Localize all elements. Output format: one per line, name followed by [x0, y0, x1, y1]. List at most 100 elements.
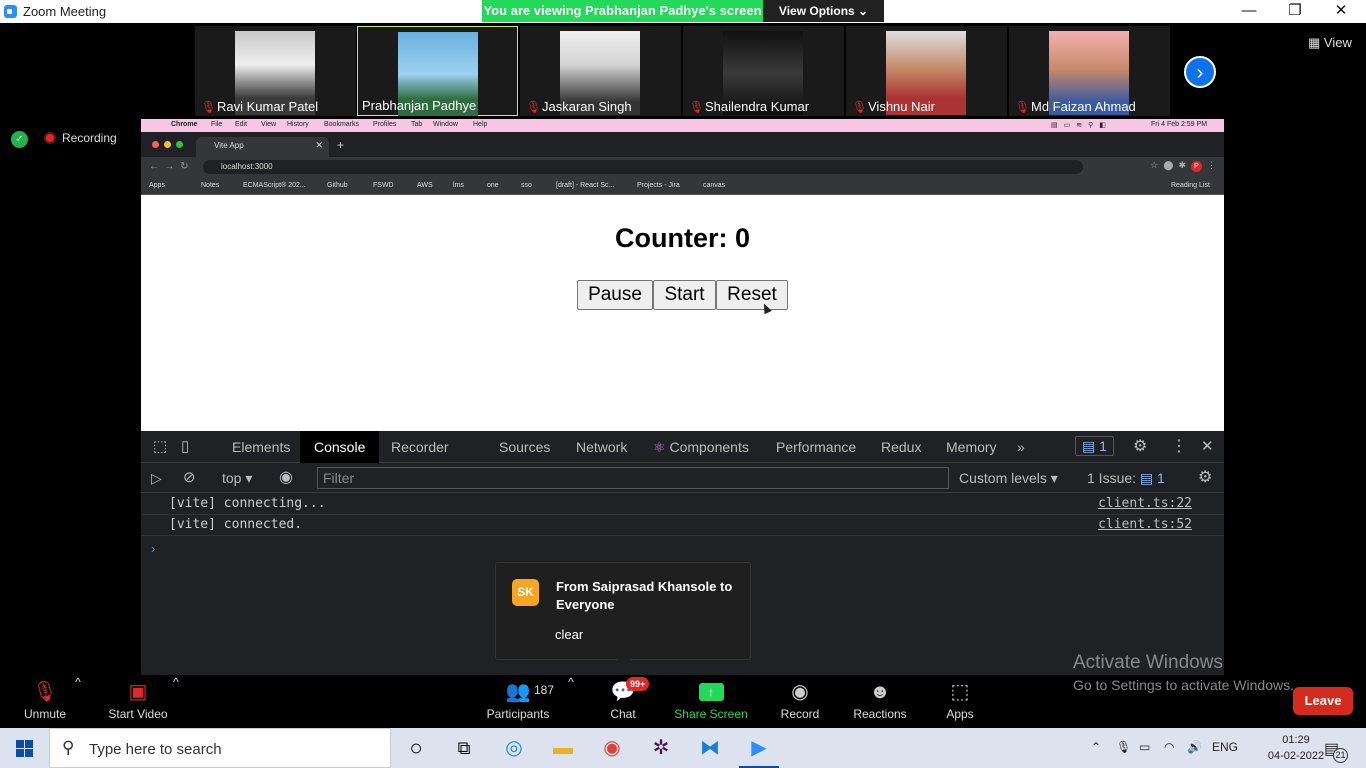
participant-name: 🎙 Shailendra Kumar [683, 99, 844, 114]
taskbar-clock[interactable]: 01:29 04-02-2022 [1266, 732, 1326, 764]
chat-notification[interactable]: SK From Saiprasad Khansole to Everyone c… [495, 562, 751, 667]
share-screen-button[interactable]: ↑ Share Screen [666, 675, 756, 728]
video-options-chevron-icon[interactable]: ^ [171, 675, 181, 728]
file-explorer-icon[interactable]: ▬ [539, 728, 587, 768]
activate-windows-title: Activate Windows [1073, 652, 1223, 673]
more-tabs-icon: » [1017, 439, 1025, 455]
wifi-icon[interactable]: ◠ [1164, 740, 1174, 754]
issues-count-value: 1 [1157, 470, 1165, 486]
reactions-button[interactable]: ☻ Reactions [835, 675, 925, 728]
grid-icon: ▦ [1308, 35, 1321, 50]
chat-sender: From Saiprasad Khansole to Everyone [556, 579, 733, 612]
edge-icon[interactable]: ◎ [490, 728, 538, 768]
vscode-icon[interactable]: ⧓ [686, 728, 734, 768]
apps-button[interactable]: ⬚ Apps [915, 675, 1005, 728]
pause-button[interactable]: Pause [577, 280, 653, 310]
bookmark-item: Notes [201, 182, 220, 189]
console-filter-input: Filter [317, 467, 949, 489]
start-button[interactable]: Start [653, 280, 716, 310]
view-options-button[interactable]: View Options ⌄ [763, 0, 884, 22]
search-placeholder: Type here to search [89, 741, 222, 758]
message-icon: ▤ 1 [1075, 436, 1114, 456]
react-icon: ⚛ [653, 439, 666, 455]
address-bar: ← → ↻ localhost:3000 ☆ ⬤ ✱ P ⋮ [141, 157, 1224, 177]
mac-menu-item: Window [433, 121, 458, 128]
leave-button[interactable]: Leave [1293, 687, 1353, 715]
audio-options-chevron-icon[interactable]: ^ [73, 675, 83, 728]
bookmark-item: [draft] - React Sc... [556, 182, 615, 189]
participant-name-text: Ravi Kumar Patel [217, 99, 319, 114]
tab-performance: Performance [776, 439, 857, 455]
bookmark-item: FSWD [373, 182, 394, 189]
muted-mic-icon: 🎙 [852, 100, 868, 114]
cortana-icon[interactable]: ○ [392, 728, 440, 768]
participant-tile[interactable]: 🎙 Vishnu Nair [846, 26, 1007, 116]
slack-icon[interactable]: ✲ [637, 728, 685, 768]
tab-console: Console [300, 431, 380, 463]
chat-label: Chat [610, 707, 636, 721]
zoom-taskbar-icon[interactable]: ▶ [735, 728, 783, 768]
volume-icon[interactable]: 🔊 [1187, 740, 1202, 754]
url-text: localhost:3000 [221, 162, 273, 171]
search-icon: ⚲ [62, 738, 75, 757]
tab-memory: Memory [946, 439, 997, 455]
microphone-icon[interactable]: 🎙 [1116, 740, 1131, 754]
close-button[interactable]: ✕ [1318, 0, 1364, 23]
view-button[interactable]: ▦ View [1308, 35, 1352, 51]
battery-icon[interactable]: ▭ [1139, 740, 1150, 754]
participant-tile[interactable]: 🎙 Ravi Kumar Patel [195, 26, 356, 116]
tab-sources: Sources [499, 439, 551, 455]
reading-list: Reading List [1171, 182, 1210, 189]
recording-indicator[interactable]: Recording [44, 131, 117, 145]
chat-button[interactable]: 💬 Chat [578, 675, 668, 728]
participant-tile[interactable]: 🎙 Shailendra Kumar [683, 26, 844, 116]
chrome-icon[interactable]: ◉ [588, 728, 636, 768]
kebab-menu-icon: ⋮ [1171, 438, 1187, 455]
notification-count: 21 [1333, 748, 1348, 763]
sender-avatar: SK [512, 579, 539, 606]
viewing-banner: You are viewing Prabhanjan Padhye's scre… [482, 0, 763, 22]
record-icon: ◉ [791, 681, 809, 703]
minimize-button[interactable]: — [1226, 0, 1272, 23]
clear-console-icon: ⊘ [183, 469, 196, 486]
start-video-label: Start Video [108, 707, 168, 721]
chevron-right-icon[interactable]: › [1184, 56, 1216, 88]
tray-overflow-icon[interactable]: ⌃ [1091, 740, 1101, 754]
participant-name: 🎙 Md Faizan Ahmad [1009, 99, 1170, 114]
participant-name-text: Md Faizan Ahmad [1031, 99, 1136, 114]
close-devtools-icon: ✕ [1201, 438, 1214, 455]
participant-name-text: Prabhanjan Padhye [362, 98, 477, 113]
participant-strip: 🎙 Ravi Kumar Patel Prabhanjan Padhye 🎙 Jas… [0, 23, 1366, 119]
bookmark-item: Projects - Jira [637, 182, 680, 189]
tab-network: Network [576, 439, 628, 455]
share-screen-label: Share Screen [674, 707, 748, 721]
language-indicator[interactable]: ENG [1212, 740, 1238, 754]
task-view-icon[interactable]: ⧉ [440, 728, 488, 768]
issues-counter: 1 Issue: ▤ 1 [1087, 463, 1165, 493]
start-video-button[interactable]: ▣ Start Video [93, 675, 183, 728]
participants-options-chevron-icon[interactable]: ^ [566, 675, 576, 728]
participant-tile[interactable]: 🎙 Jaskaran Singh [520, 26, 681, 116]
bookmark-item: canvas [703, 182, 726, 189]
participant-tile[interactable]: 🎙 Md Faizan Ahmad [1009, 26, 1170, 116]
console-source-link: client.ts:52 [1098, 517, 1192, 532]
chrome-tab-bar: Vite App ✕ + [141, 132, 1224, 157]
participant-name-text: Jaskaran Singh [542, 99, 632, 114]
new-tab-icon: + [337, 138, 345, 152]
taskbar-search[interactable]: ⚲ Type here to search [49, 728, 391, 768]
record-button[interactable]: ◉ Record [755, 675, 845, 728]
unmute-label: Unmute [23, 707, 67, 721]
tab-recorder: Recorder [391, 439, 449, 455]
participant-tile-active[interactable]: Prabhanjan Padhye [357, 26, 518, 116]
mac-clock: Fri 4 Feb 2:59 PM [1151, 121, 1208, 128]
tab-elements: Elements [232, 439, 291, 455]
counter-display: Counter: 0 [615, 223, 750, 253]
tab-close-icon: ✕ [315, 140, 323, 150]
devtools-tabs: ⬚ ▯ Elements Console Recorder Sources Ne… [141, 431, 1224, 463]
mac-menu-item: Tab [411, 121, 423, 128]
maximize-button[interactable]: ❐ [1272, 0, 1318, 23]
windows-start-icon[interactable] [16, 740, 33, 757]
shield-icon[interactable]: ✓ [11, 131, 28, 148]
reset-button[interactable]: Reset [716, 280, 788, 310]
nav-icons: ← → ↻ [149, 161, 189, 172]
